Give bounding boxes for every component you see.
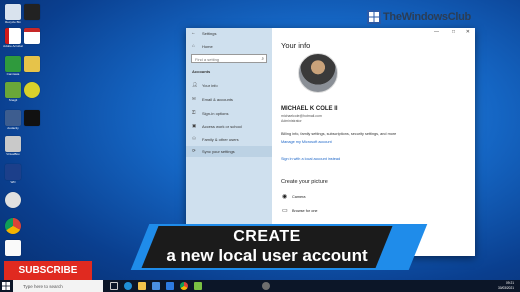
people-icon: ⚇ <box>192 136 197 141</box>
minimize-icon[interactable]: — <box>434 29 439 35</box>
user-name: MICHAEL K COLE II <box>281 106 338 112</box>
nav-item-label: Access work or school <box>202 124 242 129</box>
window-title: Settings <box>202 31 217 36</box>
search-icon: ⌕ <box>261 56 264 61</box>
taskbar-search-input[interactable]: Type here to search <box>13 280 103 292</box>
nav-item-email-accounts[interactable]: ✉ Email & accounts <box>186 94 272 104</box>
wd-icon[interactable] <box>5 164 21 180</box>
chrome-taskbar-icon[interactable] <box>180 282 188 290</box>
nav-home[interactable]: Home <box>202 44 213 49</box>
clock-date: 30/03/2021 <box>498 285 514 290</box>
sync-icon: ⟳ <box>192 148 196 153</box>
desktop-icon-label: Recycle Bin <box>5 21 21 24</box>
nav-item-label: Family & other users <box>202 137 239 142</box>
mail-app-icon[interactable] <box>166 282 174 290</box>
browse-icon: ▭ <box>282 208 288 214</box>
banner-subtitle: a new local user account <box>166 246 368 265</box>
banner-title: CREATE <box>233 228 301 245</box>
taskbar-clock[interactable]: 09:21 30/03/2021 <box>498 281 514 290</box>
subscribe-button[interactable]: SUBSCRIBE <box>4 261 92 280</box>
camera-icon: ◉ <box>282 194 288 200</box>
adobe-acrobat-icon[interactable] <box>5 28 21 44</box>
pdf-file-icon[interactable] <box>24 28 40 44</box>
nav-item-label: Email & accounts <box>202 97 233 102</box>
nav-item-your-info[interactable]: 👤︎ Your info <box>186 80 272 90</box>
nav-item-label: Sign-in options <box>202 111 229 116</box>
virtualbox-icon[interactable] <box>5 136 21 152</box>
tool-icon[interactable] <box>24 82 40 98</box>
nav-item-label: Sync your settings <box>202 149 235 154</box>
desktop-icon-label: Adobe Acrobat <box>3 45 23 48</box>
taskbar: Type here to search 09:21 30/03/2021 <box>0 280 520 292</box>
chrome-icon[interactable] <box>5 218 21 234</box>
camtasia-icon[interactable] <box>5 56 21 72</box>
avatar <box>298 53 338 93</box>
screenshot-icon[interactable] <box>5 240 21 256</box>
nav-item-access-work[interactable]: ▣ Access work or school <box>186 121 272 131</box>
folder-icon[interactable] <box>24 56 40 72</box>
briefcase-icon: ▣ <box>192 123 197 128</box>
browse-option[interactable]: Browse for one <box>292 209 318 213</box>
recycle-bin-icon[interactable] <box>5 4 21 20</box>
settings-window: ← Settings ⌂ Home Find a setting ⌕ Accou… <box>186 28 475 256</box>
audacity-icon[interactable] <box>5 110 21 126</box>
settings-gear-icon[interactable] <box>5 192 21 208</box>
store-icon[interactable] <box>152 282 160 290</box>
snagit-icon[interactable] <box>5 82 21 98</box>
user-email: michaelcole@hotmail.com <box>281 114 322 118</box>
back-arrow-icon[interactable]: ← <box>191 30 196 35</box>
task-view-icon[interactable] <box>110 282 118 290</box>
tiktok-icon[interactable] <box>24 110 40 126</box>
desktop-icon-label: Snagit <box>8 99 18 102</box>
nav-item-sign-in-options[interactable]: ⚿ Sign-in options <box>186 108 272 118</box>
nav-item-label: Your info <box>202 83 218 88</box>
desktop-icon-label: Audacity <box>7 127 19 130</box>
find-setting-placeholder: Find a setting <box>195 57 220 62</box>
user-role: Administrator <box>281 119 302 123</box>
taskbar-search-placeholder: Type here to search <box>23 283 63 289</box>
desktop-icon-label: Camtasia <box>6 73 20 76</box>
create-picture-heading: Create your picture <box>281 179 328 185</box>
start-button-icon[interactable] <box>2 282 10 290</box>
person-icon: 👤︎ <box>192 82 198 87</box>
settings-taskbar-icon[interactable] <box>262 282 270 290</box>
page-title: Your info <box>281 41 311 50</box>
local-account-link[interactable]: Sign in with a local account instead <box>281 157 340 161</box>
desktop-icon-label: VirtualBox <box>6 153 20 156</box>
watermark-text: TheWindowsClub <box>383 11 471 23</box>
section-heading: Accounts <box>192 69 211 74</box>
edge-icon[interactable] <box>124 282 132 290</box>
document-icon[interactable] <box>24 4 40 20</box>
find-setting-input[interactable]: Find a setting ⌕ <box>191 54 267 63</box>
home-icon: ⌂ <box>192 43 195 48</box>
windows-club-logo-icon <box>367 10 381 24</box>
nav-item-family-users[interactable]: ⚇ Family & other users <box>186 134 272 144</box>
camera-option[interactable]: Camera <box>292 195 306 199</box>
settings-content: — □ ✕ Your info MICHAEL K COLE II michae… <box>272 28 475 256</box>
billing-info-text: Billing info, family settings, subscript… <box>281 132 397 136</box>
manage-account-link[interactable]: Manage my Microsoft account <box>281 140 332 144</box>
app-taskbar-icon[interactable] <box>194 282 202 290</box>
close-icon[interactable]: ✕ <box>466 29 470 35</box>
settings-sidebar: ← Settings ⌂ Home Find a setting ⌕ Accou… <box>186 28 272 256</box>
file-explorer-icon[interactable] <box>138 282 146 290</box>
mail-icon: ✉ <box>192 96 196 101</box>
maximize-icon[interactable]: □ <box>452 29 455 35</box>
key-icon: ⚿ <box>192 110 196 115</box>
nav-item-sync-settings[interactable]: ⟳ Sync your settings <box>186 146 272 157</box>
desktop-icon-label: WD <box>10 181 16 184</box>
